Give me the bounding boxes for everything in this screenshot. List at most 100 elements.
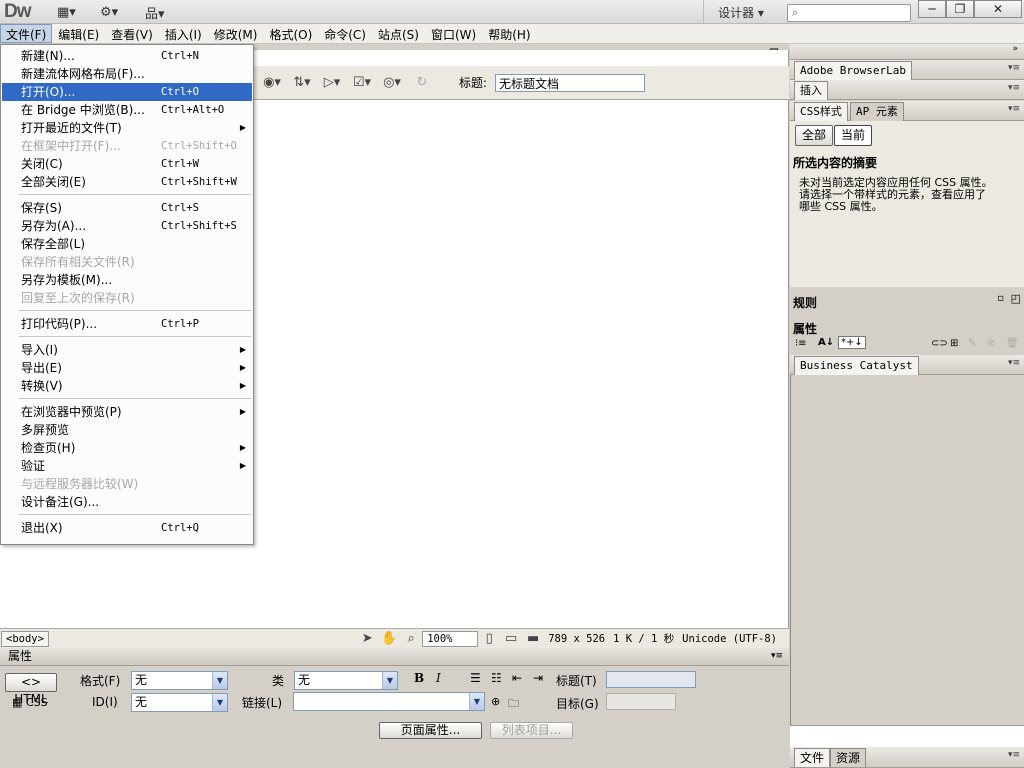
menu-item[interactable]: 保存(S) Ctrl+S xyxy=(2,199,252,217)
ordered-list-icon[interactable]: ☷ xyxy=(491,671,502,685)
page-properties-button[interactable]: 页面属性... xyxy=(379,722,482,739)
point-to-file-icon[interactable]: ⊕ xyxy=(491,695,500,708)
menu-item[interactable]: 验证 ▶ xyxy=(2,457,252,475)
panel-menu-icon[interactable]: ▾≡ xyxy=(1008,750,1020,760)
menu-insert[interactable]: 插入(I) xyxy=(159,24,208,43)
title-field[interactable] xyxy=(606,671,696,688)
menu-item[interactable]: 在 Bridge 中浏览(B)... Ctrl+Alt+O xyxy=(2,101,252,119)
id-select[interactable]: 无 ▼ xyxy=(131,693,228,712)
browserlab-tab[interactable]: Adobe BrowserLab xyxy=(794,61,912,80)
visual-aids-icon[interactable]: ☑▾ xyxy=(351,75,373,90)
tag-selector-body[interactable]: <body> xyxy=(1,630,49,647)
layout-menu-icon[interactable]: ▦▾ xyxy=(57,4,76,20)
edit-icon[interactable]: ✎ xyxy=(968,338,976,349)
menu-item[interactable]: 全部关闭(E) Ctrl+Shift+W xyxy=(2,173,252,191)
hand-icon[interactable]: ✋ xyxy=(378,631,400,646)
menu-item[interactable]: 打印代码(P)... Ctrl+P xyxy=(2,315,252,333)
link-input[interactable]: ▼ xyxy=(293,692,485,711)
menu-item[interactable]: 保存全部(L) xyxy=(2,235,252,253)
menu-window[interactable]: 窗口(W) xyxy=(425,24,482,43)
menu-item[interactable]: 在框架中打开(F)... Ctrl+Shift+O xyxy=(2,137,252,155)
about-icon[interactable]: ◰ xyxy=(1011,292,1021,305)
panel-menu-icon[interactable]: ▾≡ xyxy=(1008,63,1020,73)
phone-size-icon[interactable]: ▯ xyxy=(478,631,500,646)
menu-item[interactable]: 新建流体网格布局(F)... xyxy=(2,65,252,83)
class-select[interactable]: 无 ▼ xyxy=(294,671,398,690)
menu-item[interactable]: 与远程服务器比较(W) xyxy=(2,475,252,493)
search-input[interactable]: ⌕ xyxy=(787,4,911,22)
workspace-switcher[interactable]: 设计器 ▾ xyxy=(703,0,778,24)
menu-item[interactable]: 新建(N)... Ctrl+N xyxy=(2,47,252,65)
pointer-icon[interactable]: ➤ xyxy=(356,631,378,646)
menu-view[interactable]: 查看(V) xyxy=(105,24,159,43)
menu-item[interactable]: 另存为模板(M)... xyxy=(2,271,252,289)
html-mode-button[interactable]: <> HTML xyxy=(5,673,57,706)
menu-edit[interactable]: 编辑(E) xyxy=(52,24,105,43)
check-page-icon[interactable]: ◎▾ xyxy=(381,75,403,90)
set-properties-icon[interactable]: *+↓ xyxy=(838,336,866,349)
menu-item[interactable]: 导出(E) ▶ xyxy=(2,359,252,377)
menu-item[interactable]: 另存为(A)... Ctrl+Shift+S xyxy=(2,217,252,235)
document-title-input[interactable]: 无标题文档 xyxy=(495,73,646,92)
assets-tab[interactable]: 资源 xyxy=(830,748,867,767)
alpha-view-icon[interactable]: A↓ xyxy=(818,337,834,348)
all-button[interactable]: 全部 xyxy=(795,125,833,146)
menu-item[interactable]: 关闭(C) Ctrl+W xyxy=(2,155,252,173)
menu-file[interactable]: 文件(F) xyxy=(0,24,53,43)
menu-format[interactable]: 格式(O) xyxy=(263,24,318,43)
menu-item[interactable]: 保存所有相关文件(R) xyxy=(2,253,252,271)
menu-site[interactable]: 站点(S) xyxy=(372,24,425,43)
menu-item[interactable]: 设计备注(G)... xyxy=(2,493,252,511)
refresh-icon[interactable]: ↻ xyxy=(411,75,433,90)
panel-menu-icon[interactable]: ▾≡ xyxy=(771,648,783,665)
attach-style-icon[interactable]: ⊂⊃ xyxy=(931,338,948,349)
insert-tab[interactable]: 插入 xyxy=(794,81,828,100)
menu-item[interactable]: 检查页(H) ▶ xyxy=(2,439,252,457)
preview-icon[interactable]: ▷▾ xyxy=(321,75,343,90)
site-icon[interactable]: 品▾ xyxy=(145,4,165,22)
folder-icon[interactable]: 🗀 xyxy=(508,695,519,714)
indent-icon[interactable]: ⇥ xyxy=(533,671,543,685)
zoom-icon[interactable]: ⌕ xyxy=(400,631,422,646)
file-transfer-icon[interactable]: ⇅▾ xyxy=(291,75,313,90)
bold-button[interactable]: B xyxy=(414,671,424,685)
panel-menu-icon[interactable]: ▾≡ xyxy=(1008,358,1020,368)
menu-modify[interactable]: 修改(M) xyxy=(208,24,264,43)
menu-item[interactable]: 在浏览器中预览(P) ▶ xyxy=(2,403,252,421)
close-button[interactable]: ✕ xyxy=(974,0,1022,18)
menu-item[interactable]: 多屏预览 xyxy=(2,421,252,439)
format-select[interactable]: 无 ▼ xyxy=(131,671,228,690)
menu-item[interactable]: 回复至上次的保存(R) xyxy=(2,289,252,307)
panel-collapse-bar[interactable]: » xyxy=(790,44,1024,60)
new-rule-icon[interactable]: ⊞ xyxy=(950,338,958,349)
globe-icon[interactable]: ◉▾ xyxy=(261,75,283,90)
current-button[interactable]: 当前 xyxy=(834,125,872,146)
window-size[interactable]: 789 x 526 xyxy=(544,631,609,647)
files-tab[interactable]: 文件 xyxy=(794,748,831,767)
cascade-icon[interactable]: ▫ xyxy=(997,293,1004,304)
category-view-icon[interactable]: ⁝≡ xyxy=(795,338,807,349)
css-styles-tab[interactable]: CSS样式 xyxy=(794,102,848,121)
menu-commands[interactable]: 命令(C) xyxy=(318,24,372,43)
list-items-button[interactable]: 列表项目... xyxy=(490,722,573,739)
ap-elements-tab[interactable]: AP 元素 xyxy=(850,102,904,121)
disable-icon[interactable]: ⊘ xyxy=(987,338,995,349)
menu-help[interactable]: 帮助(H) xyxy=(482,24,536,43)
menu-item[interactable]: 导入(I) ▶ xyxy=(2,341,252,359)
italic-button[interactable]: I xyxy=(436,671,441,685)
unordered-list-icon[interactable]: ☰ xyxy=(470,671,481,685)
business-catalyst-tab[interactable]: Business Catalyst xyxy=(794,356,919,375)
panel-menu-icon[interactable]: ▾≡ xyxy=(1008,83,1020,93)
panel-menu-icon[interactable]: ▾≡ xyxy=(1008,104,1020,114)
trash-icon[interactable]: 🗑 xyxy=(1006,338,1019,349)
maximize-button[interactable]: ❐ xyxy=(946,0,974,18)
outdent-icon[interactable]: ⇤ xyxy=(512,671,522,685)
tablet-size-icon[interactable]: ▭ xyxy=(500,631,522,646)
target-select[interactable] xyxy=(606,693,676,710)
minimize-button[interactable]: ─ xyxy=(918,0,946,18)
gear-icon[interactable]: ⚙▾ xyxy=(100,4,118,20)
menu-item[interactable]: 打开最近的文件(T) ▶ xyxy=(2,119,252,137)
zoom-select[interactable]: 100% xyxy=(422,630,479,647)
menu-item[interactable]: 打开(O)... Ctrl+O xyxy=(2,83,252,101)
menu-item[interactable]: 转换(V) ▶ xyxy=(2,377,252,395)
